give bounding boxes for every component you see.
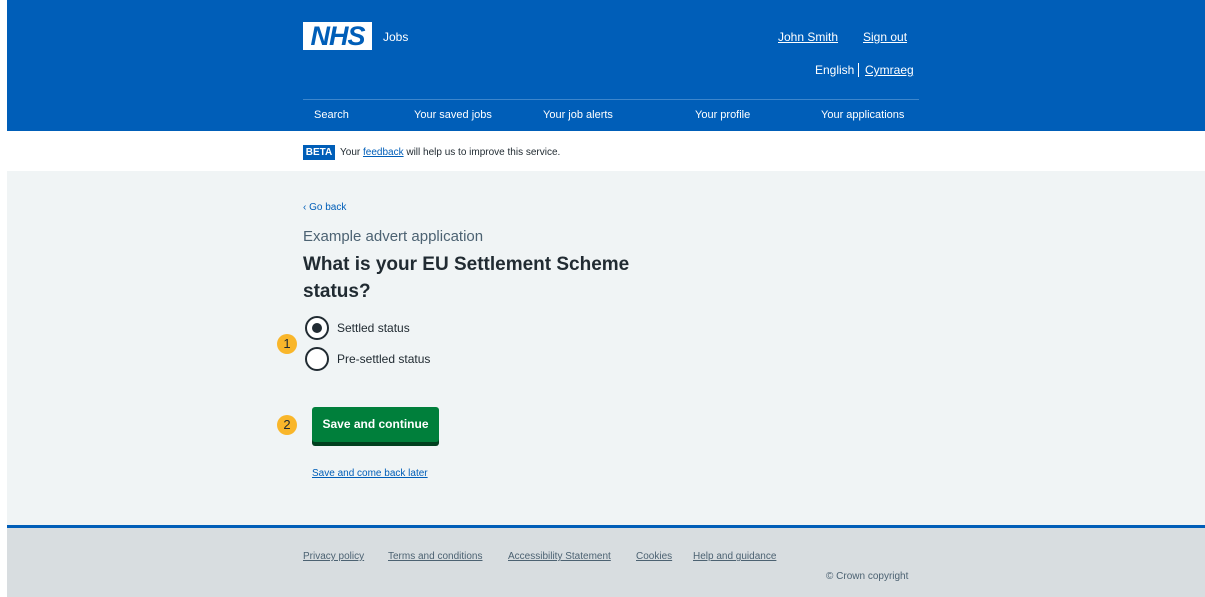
nav-item-job-alerts[interactable]: Your job alerts xyxy=(543,109,613,121)
nav-item-applications[interactable]: Your applications xyxy=(821,109,904,121)
back-link[interactable]: ‹ Go back xyxy=(303,202,346,213)
back-link-label: Go back xyxy=(309,202,347,213)
account-link[interactable]: John Smith xyxy=(778,30,838,44)
site-header: NHS Jobs John Smith Sign out English Cym… xyxy=(7,0,1205,131)
save-and-come-back-later-link[interactable]: Save and come back later xyxy=(312,468,428,479)
nav-item-profile[interactable]: Your profile xyxy=(695,109,750,121)
nhs-logo[interactable]: NHS xyxy=(303,22,372,50)
page-caption: Example advert application xyxy=(303,228,484,245)
language-cymraeg-link[interactable]: Cymraeg xyxy=(865,63,914,77)
radio-label-pre-settled[interactable]: Pre-settled status xyxy=(337,352,430,366)
language-separator xyxy=(858,63,859,77)
radio-pre-settled-status[interactable] xyxy=(305,347,329,371)
footer-link-terms[interactable]: Terms and conditions xyxy=(388,551,483,562)
language-english: English xyxy=(815,63,855,77)
footer-link-help[interactable]: Help and guidance xyxy=(693,551,776,562)
radio-settled-status[interactable] xyxy=(305,316,329,340)
beta-banner xyxy=(7,131,1205,171)
beta-text-start: Your xyxy=(340,147,363,158)
sign-out-link[interactable]: Sign out xyxy=(863,30,907,44)
footer-link-cookies[interactable]: Cookies xyxy=(636,551,672,562)
footer-link-accessibility[interactable]: Accessibility Statement xyxy=(508,551,611,562)
save-and-continue-button[interactable]: Save and continue xyxy=(312,407,439,442)
radio-selected-dot xyxy=(312,323,322,333)
nav-divider xyxy=(303,99,919,100)
radio-label-settled[interactable]: Settled status xyxy=(337,321,410,335)
page-title: What is your EU Settlement Scheme status… xyxy=(303,254,630,302)
footer-link-privacy[interactable]: Privacy policy xyxy=(303,551,364,562)
step-marker-1: 1 xyxy=(277,334,297,354)
beta-tag: BETA xyxy=(303,145,335,160)
beta-text-end: will help us to improve this service. xyxy=(403,147,561,158)
feedback-link[interactable]: feedback xyxy=(363,147,404,158)
copyright-text: © Crown copyright xyxy=(826,571,909,582)
step-marker-2: 2 xyxy=(277,415,297,435)
nav-item-saved-jobs[interactable]: Your saved jobs xyxy=(414,109,492,121)
beta-message: Your feedback will help us to improve th… xyxy=(340,147,560,158)
nav-item-search[interactable]: Search xyxy=(314,109,349,121)
service-name[interactable]: Jobs xyxy=(383,30,408,44)
page-frame: NHS Jobs John Smith Sign out English Cym… xyxy=(7,0,1205,597)
